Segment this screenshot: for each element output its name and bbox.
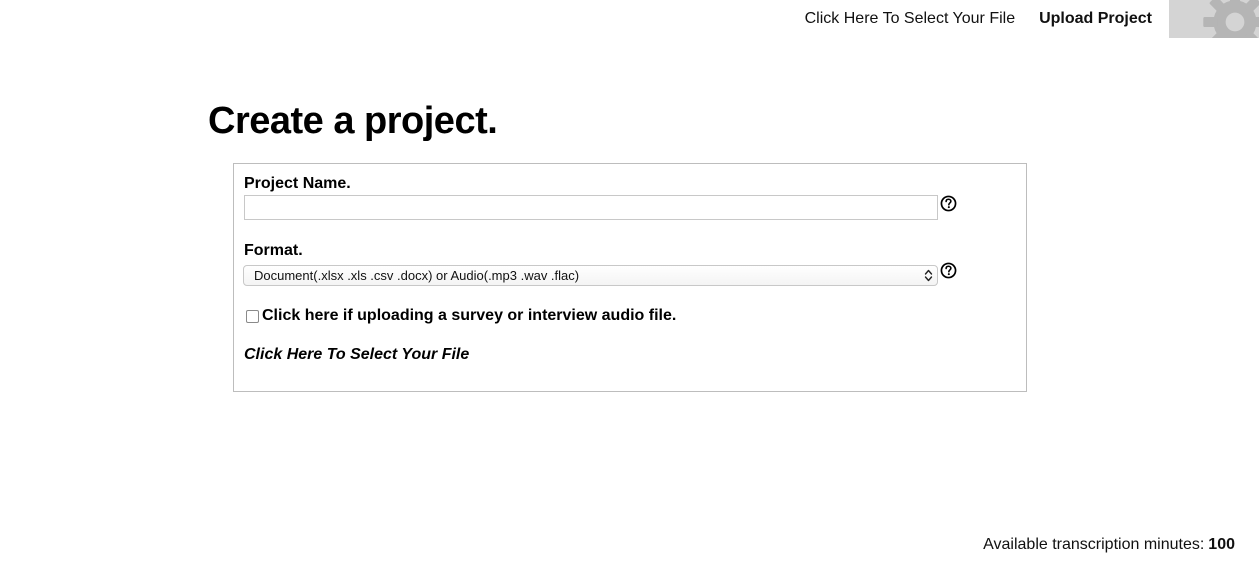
audio-survey-checkbox-row: Click here if uploading a survey or inte… xyxy=(246,307,676,325)
page-title: Create a project. xyxy=(208,100,498,142)
project-name-help-icon[interactable] xyxy=(940,195,957,212)
audio-survey-checkbox-label[interactable]: Click here if uploading a survey or inte… xyxy=(262,307,676,325)
top-nav: Click Here To Select Your File Upload Pr… xyxy=(805,0,1259,38)
transcription-minutes-label: Available transcription minutes: xyxy=(983,536,1205,553)
format-label: Format. xyxy=(244,242,303,259)
select-file-link[interactable]: Click Here To Select Your File xyxy=(244,346,469,364)
nav-select-file-link[interactable]: Click Here To Select Your File xyxy=(805,10,1015,28)
format-help-icon[interactable] xyxy=(940,262,957,279)
audio-survey-checkbox[interactable] xyxy=(246,309,259,323)
project-name-input[interactable] xyxy=(244,195,938,220)
create-project-form: Project Name. Format. Document(.xlsx .xl… xyxy=(233,163,1027,392)
format-select-value: Document(.xlsx .xls .csv .docx) or Audio… xyxy=(254,268,580,283)
transcription-minutes-value: 100 xyxy=(1208,536,1235,553)
gear-icon xyxy=(1203,0,1259,38)
transcription-minutes: Available transcription minutes: 100 xyxy=(983,536,1235,554)
chevron-up-down-icon xyxy=(924,269,933,282)
project-name-label: Project Name. xyxy=(244,175,351,192)
format-select[interactable]: Document(.xlsx .xls .csv .docx) or Audio… xyxy=(243,265,938,286)
nav-upload-project-link[interactable]: Upload Project xyxy=(1039,10,1152,28)
settings-button[interactable] xyxy=(1169,0,1259,38)
